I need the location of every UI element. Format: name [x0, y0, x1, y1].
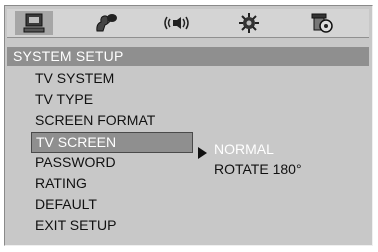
submenu-arrow-icon: [198, 147, 207, 159]
menu-item-rating[interactable]: RATING: [35, 173, 87, 194]
menu-item-password[interactable]: PASSWORD: [35, 152, 116, 173]
system-setup-icon[interactable]: [15, 11, 53, 35]
menu-item-screen-format[interactable]: SCREEN FORMAT: [35, 110, 155, 131]
menu-item-default[interactable]: DEFAULT: [35, 194, 97, 215]
speaker-icon[interactable]: [303, 11, 341, 35]
menu-item-tv-type[interactable]: TV TYPE: [35, 89, 93, 110]
language-icon[interactable]: [87, 11, 125, 35]
setup-screen: SYSTEM SETUP TV SYSTEM TV TYPE SCREEN FO…: [0, 0, 378, 252]
audio-icon[interactable]: [157, 11, 195, 35]
video-icon[interactable]: [230, 11, 268, 35]
page-title: SYSTEM SETUP: [13, 48, 124, 64]
menu-item-exit-setup[interactable]: EXIT SETUP: [35, 215, 116, 236]
icon-bar: [7, 9, 369, 38]
menu-item-tv-screen[interactable]: TV SCREEN: [31, 132, 193, 153]
header-band: SYSTEM SETUP: [7, 47, 369, 66]
submenu-option-normal[interactable]: NORMAL: [214, 139, 274, 160]
submenu-option-rotate-180[interactable]: ROTATE 180°: [214, 159, 302, 180]
menu-item-tv-system[interactable]: TV SYSTEM: [35, 68, 114, 89]
setup-panel: SYSTEM SETUP TV SYSTEM TV TYPE SCREEN FO…: [4, 5, 373, 246]
